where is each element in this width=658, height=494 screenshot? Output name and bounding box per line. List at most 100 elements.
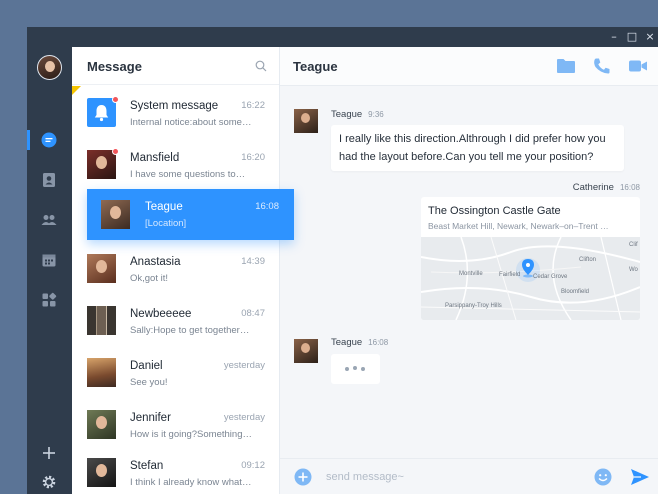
map-label: Parsippany-Troy Hills [445, 303, 502, 309]
add-button[interactable] [27, 440, 72, 466]
location-title: The Ossington Castle Gate [428, 205, 561, 217]
avatar [87, 254, 116, 283]
conversation-time: 16:08 [255, 201, 279, 212]
conversation-name: Newbeeeee [130, 308, 192, 320]
conversation-time: 16:20 [241, 152, 265, 163]
map-label: Clifton [579, 257, 597, 263]
title-bar: – □ × [27, 27, 658, 47]
conversation-time: yesterday [223, 412, 265, 423]
maximize-button[interactable]: □ [625, 30, 639, 44]
system-avatar [87, 98, 116, 127]
location-card[interactable]: The Ossington Castle Gate Beast Market H… [421, 197, 640, 320]
avatar [87, 458, 116, 487]
conversation-item-selected[interactable]: Teague 16:08 [Location] [87, 189, 294, 240]
conversation-name: Jennifer [130, 412, 171, 424]
map-label: Cedar Grove [533, 274, 568, 280]
conversation-item[interactable]: System message 16:22 Internal notice:abo… [72, 88, 280, 140]
conversation-name: Daniel [130, 360, 163, 372]
plus-icon [43, 447, 55, 459]
rail-item-contacts[interactable] [27, 167, 72, 193]
avatar [87, 306, 116, 335]
message-time: 16:08 [368, 338, 389, 347]
conversation-list: Message System message 16:22 Internal no… [72, 47, 294, 494]
user-avatar[interactable] [37, 55, 62, 80]
conversation-preview: I have some questions to… [130, 169, 246, 180]
sender-name: Catherine [572, 182, 614, 193]
sender-name: Teague [331, 337, 363, 348]
conversation-preview: Internal notice:about some… [130, 117, 252, 128]
map-label: Fairfield [499, 272, 521, 278]
rail-item-chats[interactable] [27, 127, 72, 153]
map-preview[interactable]: Clifton Fairfield Cedar Grove Montville … [421, 237, 640, 320]
conversation-preview: [Location] [145, 218, 187, 229]
unread-badge [112, 96, 119, 103]
avatar [87, 358, 116, 387]
phone-icon[interactable] [592, 57, 612, 75]
rail-item-apps[interactable] [27, 287, 72, 313]
group-icon [41, 215, 57, 225]
contacts-icon [43, 173, 55, 187]
conversation-name: Stefan [130, 460, 164, 472]
message-sender: Teague 16:08 [331, 337, 388, 348]
emoji-icon[interactable] [594, 468, 612, 486]
sender-avatar[interactable] [294, 109, 318, 133]
conversation-time: 08:47 [241, 308, 265, 319]
message-time: 16:08 [619, 183, 640, 192]
minimize-button[interactable]: – [607, 30, 621, 44]
conversation-time: 14:39 [241, 256, 265, 267]
nav-rail [27, 47, 72, 494]
rail-item-groups[interactable] [27, 207, 72, 233]
conversation-preview: Ok,got it! [130, 273, 169, 284]
message-bubble[interactable]: I really like this direction.Althrough I… [331, 125, 624, 171]
sender-name: Teague [331, 109, 363, 120]
add-attachment-icon[interactable] [294, 468, 312, 486]
conversation-time: yesterday [223, 360, 265, 371]
conversation-name: Mansfield [130, 152, 180, 164]
conversation-name: System message [130, 100, 219, 112]
conversation-name: Teague [145, 201, 183, 213]
conversation-name: Anastasia [130, 256, 181, 268]
map-label: Montville [459, 271, 483, 277]
search-icon[interactable] [255, 60, 267, 72]
chat-icon [41, 132, 57, 148]
conversation-time: 16:22 [241, 100, 265, 111]
list-header: Message [72, 47, 279, 85]
avatar [87, 410, 116, 439]
conversation-item[interactable]: Newbeeeee 08:47 Sally:Hope to get togeth… [72, 296, 280, 348]
conversation-item[interactable]: Anastasia 14:39 Ok,got it! [72, 244, 280, 296]
typing-indicator [331, 354, 380, 384]
conversation-preview: I think I already know what… [130, 477, 252, 488]
message-composer [280, 458, 658, 494]
chat-title: Teague [293, 59, 338, 74]
close-button[interactable]: × [643, 30, 657, 44]
send-icon[interactable] [630, 467, 650, 487]
bell-icon [94, 105, 109, 122]
sender-avatar[interactable] [294, 339, 318, 363]
list-title: Message [87, 59, 142, 74]
chat-header: Teague [280, 47, 658, 86]
conversation-item[interactable]: Jennifer yesterday How is it going?Somet… [72, 400, 280, 452]
location-address: Beast Market Hill, Newark, Newark–on–Tre… [428, 221, 609, 231]
map-label: Clif [629, 242, 638, 248]
unread-badge [112, 148, 119, 155]
conversation-preview: See you! [130, 377, 168, 388]
message-time: 9:36 [368, 110, 384, 119]
rail-item-calendar[interactable] [27, 247, 72, 273]
avatar [101, 200, 130, 229]
conversation-preview: How is it going?Something… [130, 429, 252, 440]
settings-button[interactable] [27, 469, 72, 494]
conversation-item[interactable]: Stefan 09:12 I think I already know what… [72, 448, 280, 494]
map-label: Bloomfield [561, 289, 590, 295]
apps-icon [42, 292, 57, 307]
message-sender: Catherine 16:08 [573, 182, 640, 193]
message-sender: Teague 9:36 [331, 109, 384, 120]
folder-icon[interactable] [556, 57, 576, 75]
video-icon[interactable] [628, 57, 648, 75]
message-input[interactable] [326, 467, 576, 487]
conversation-time: 09:12 [241, 460, 265, 471]
chat-panel: Teague Teague 9:36 I really like this dir… [280, 47, 658, 494]
map-label: Wo [629, 267, 638, 273]
gear-icon [42, 475, 56, 489]
conversation-item[interactable]: Daniel yesterday See you! [72, 348, 280, 400]
conversation-item[interactable]: Mansfield 16:20 I have some questions to… [72, 140, 280, 192]
